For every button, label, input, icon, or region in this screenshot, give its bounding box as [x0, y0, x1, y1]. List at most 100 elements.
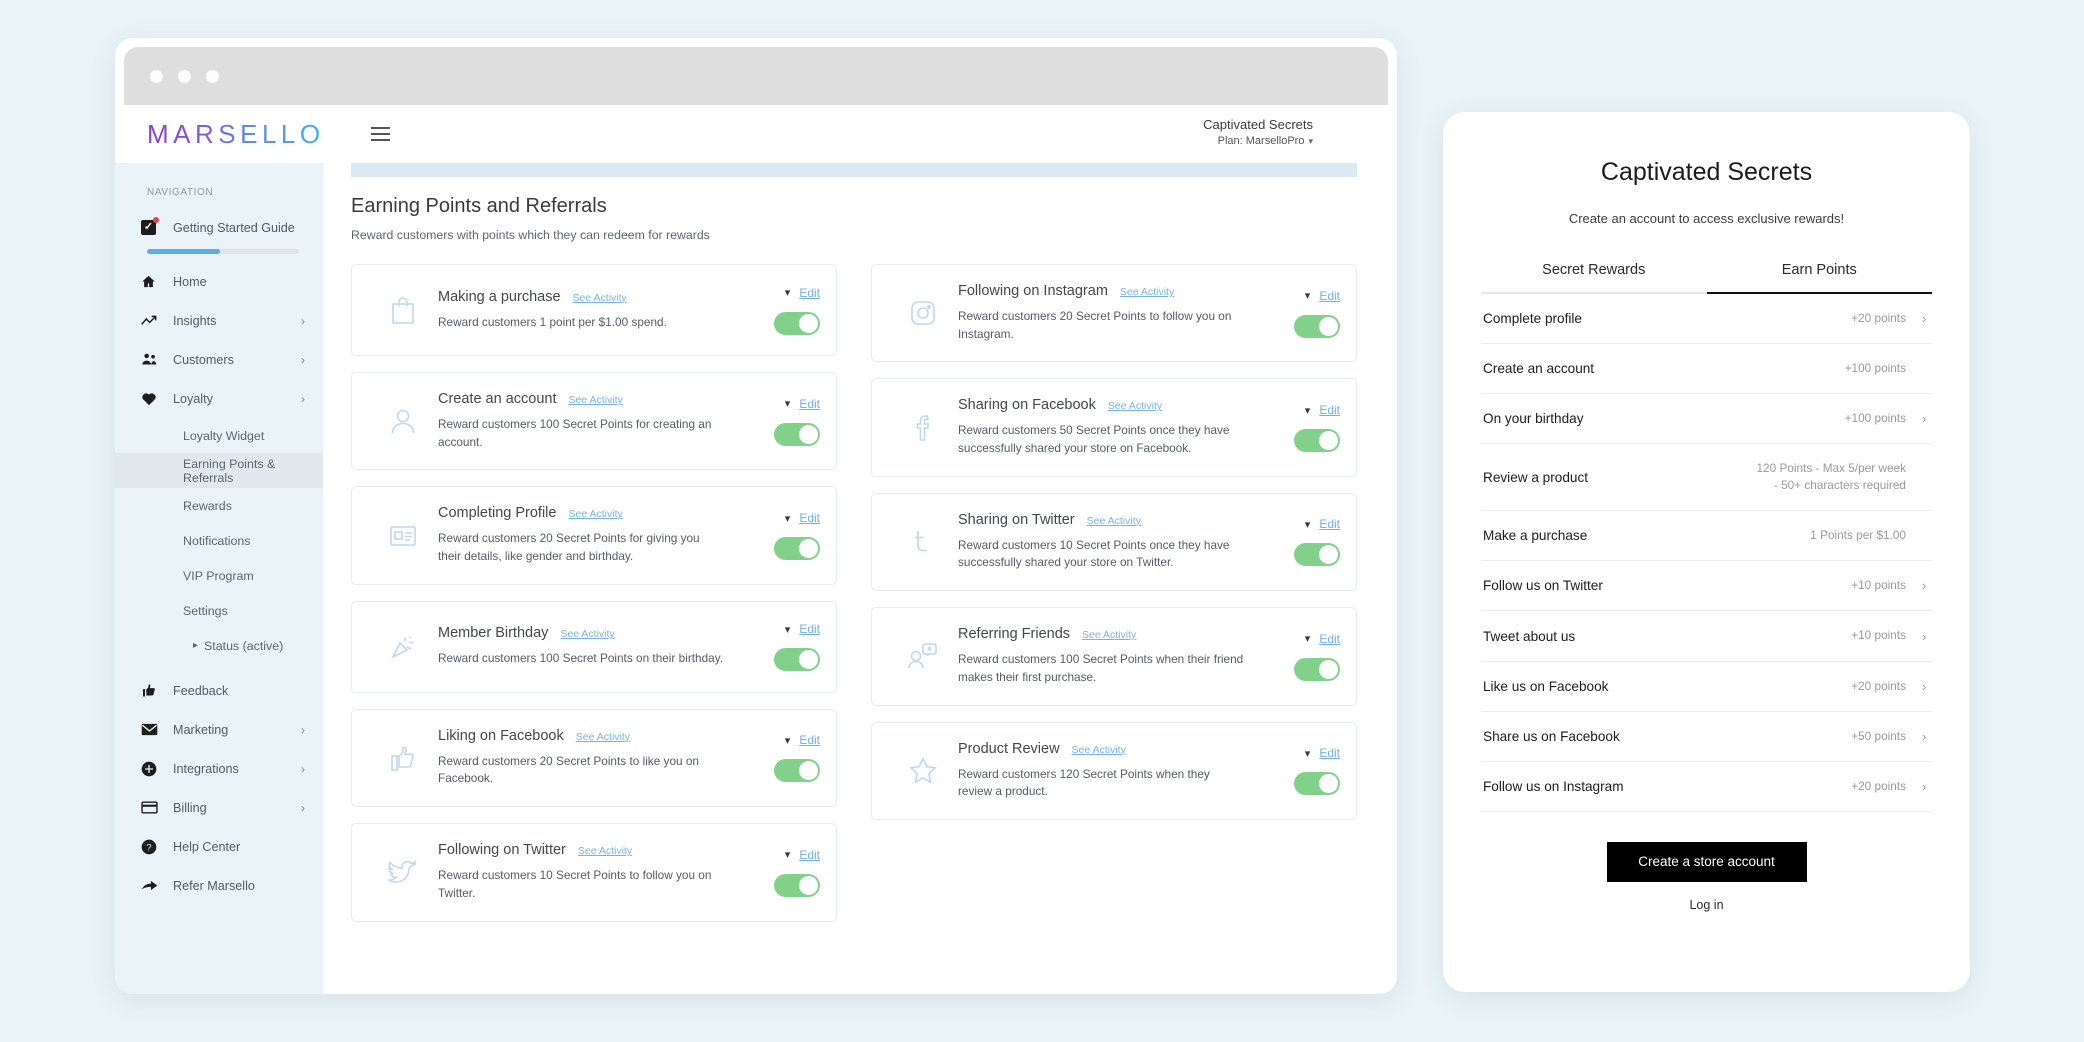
- rule-card-sharing-on-facebook[interactable]: Sharing on Facebook See Activity Reward …: [871, 378, 1357, 477]
- chevron-down-icon[interactable]: ▾: [1308, 136, 1313, 147]
- rule-card-completing-profile[interactable]: Completing Profile See Activity Reward c…: [351, 486, 837, 585]
- rule-card-create-an-account[interactable]: Create an account See Activity Reward cu…: [351, 372, 837, 471]
- sidebar-item-integrations[interactable]: Integrations ›: [115, 749, 323, 788]
- window-close-dot[interactable]: [150, 69, 163, 83]
- chevron-down-icon[interactable]: ▾: [1305, 632, 1311, 645]
- sidebar-item-insights[interactable]: Insights ›: [115, 301, 323, 340]
- see-activity-link[interactable]: See Activity: [1120, 286, 1174, 298]
- rule-toggle[interactable]: [1294, 657, 1340, 681]
- sidebar-item-marketing[interactable]: Marketing ›: [115, 710, 323, 749]
- list-item[interactable]: On your birthday +100 points ›: [1481, 394, 1932, 445]
- chevron-down-icon[interactable]: ▾: [785, 286, 791, 299]
- rule-card-referring-friends[interactable]: Referring Friends See Activity Reward cu…: [871, 607, 1357, 706]
- see-activity-link[interactable]: See Activity: [560, 628, 614, 640]
- see-activity-link[interactable]: See Activity: [576, 731, 630, 743]
- window-maximize-dot[interactable]: [206, 69, 219, 83]
- edit-link[interactable]: Edit: [1319, 632, 1340, 646]
- rule-toggle[interactable]: [1294, 429, 1340, 453]
- see-activity-link[interactable]: See Activity: [568, 508, 622, 520]
- rule-card-liking-on-facebook[interactable]: Liking on Facebook See Activity Reward c…: [351, 708, 837, 808]
- see-activity-link[interactable]: See Activity: [573, 292, 627, 304]
- tab-secret-rewards[interactable]: Secret Rewards: [1481, 262, 1707, 294]
- create-store-account-button[interactable]: Create a store account: [1606, 841, 1807, 882]
- chevron-down-icon[interactable]: ▾: [1305, 518, 1311, 531]
- sidebar-item-label: Home: [173, 274, 207, 289]
- list-item[interactable]: Follow us on Twitter +10 points ›: [1481, 561, 1932, 612]
- chevron-down-icon[interactable]: ▾: [785, 397, 791, 410]
- rule-toggle[interactable]: [1294, 772, 1340, 796]
- rule-card-sharing-on-twitter[interactable]: Sharing on Twitter See Activity Reward c…: [871, 492, 1357, 592]
- rule-card-making-a-purchase[interactable]: Making a purchase See Activity Reward cu…: [351, 264, 837, 356]
- sidebar-item-label: Help Center: [173, 839, 241, 854]
- sidebar-item-notifications[interactable]: Notifications: [115, 523, 323, 558]
- chevron-down-icon[interactable]: ▾: [1305, 747, 1311, 760]
- edit-link[interactable]: Edit: [799, 622, 820, 636]
- sidebar-item-getting-started-guide[interactable]: Getting Started Guide: [115, 208, 323, 247]
- chevron-down-icon[interactable]: ▾: [785, 512, 791, 525]
- edit-link[interactable]: Edit: [799, 733, 820, 747]
- chevron-down-icon[interactable]: ▾: [785, 848, 791, 861]
- rule-toggle[interactable]: [1294, 543, 1340, 567]
- rule-toggle[interactable]: [774, 648, 820, 672]
- hamburger-icon[interactable]: [370, 127, 390, 141]
- chevron-down-icon[interactable]: ▾: [785, 623, 791, 636]
- sidebar-item-settings[interactable]: Settings: [115, 593, 323, 628]
- sidebar-item-rewards[interactable]: Rewards: [115, 488, 323, 523]
- edit-link[interactable]: Edit: [799, 511, 820, 525]
- sidebar-item-refer-marsello[interactable]: Refer Marsello: [115, 866, 323, 905]
- sidebar-item-customers[interactable]: Customers ›: [115, 340, 323, 379]
- list-item[interactable]: Make a purchase 1 Points per $1.00›: [1481, 511, 1932, 562]
- rule-toggle[interactable]: [774, 422, 820, 446]
- list-item[interactable]: Share us on Facebook +50 points ›: [1481, 712, 1932, 762]
- see-activity-link[interactable]: See Activity: [1072, 744, 1126, 756]
- checkbox-icon: [141, 217, 167, 235]
- sidebar-item-vip-program[interactable]: VIP Program: [115, 558, 323, 593]
- sidebar-item-billing[interactable]: Billing ›: [115, 788, 323, 827]
- login-link[interactable]: Log in: [1481, 898, 1932, 912]
- see-activity-link[interactable]: See Activity: [578, 845, 632, 857]
- earn-row-points: +100 points: [1844, 410, 1906, 425]
- edit-link[interactable]: Edit: [1319, 289, 1340, 303]
- sidebar: NAVIGATION Getting Started Guide Home: [115, 163, 323, 994]
- sidebar-item-earning-points-referrals[interactable]: Earning Points & Referrals: [115, 453, 323, 488]
- chevron-down-icon[interactable]: ▾: [785, 734, 791, 747]
- account-menu[interactable]: Captivated Secrets Plan: MarselloPro ▾: [1203, 117, 1313, 147]
- rule-card-product-review[interactable]: Product Review See Activity Reward custo…: [871, 721, 1357, 820]
- sidebar-item-status[interactable]: Status (active): [115, 628, 323, 663]
- edit-link[interactable]: Edit: [799, 397, 820, 411]
- edit-link[interactable]: Edit: [1319, 746, 1340, 760]
- sidebar-item-help-center[interactable]: ? Help Center: [115, 827, 323, 866]
- see-activity-link[interactable]: See Activity: [569, 394, 623, 406]
- see-activity-link[interactable]: See Activity: [1082, 629, 1136, 641]
- rule-toggle[interactable]: [774, 537, 820, 561]
- sidebar-item-loyalty-widget[interactable]: Loyalty Widget: [115, 418, 323, 453]
- list-item[interactable]: Tweet about us +10 points ›: [1481, 611, 1932, 662]
- list-item[interactable]: Follow us on Instagram +20 points ›: [1481, 762, 1932, 812]
- chevron-down-icon[interactable]: ▾: [1305, 289, 1311, 302]
- list-item[interactable]: Review a product 120 Points - Max 5/per …: [1481, 444, 1932, 512]
- edit-link[interactable]: Edit: [799, 848, 820, 862]
- see-activity-link[interactable]: See Activity: [1087, 515, 1141, 527]
- list-item[interactable]: Create an account +100 points›: [1481, 344, 1932, 394]
- list-item[interactable]: Complete profile +20 points ›: [1481, 294, 1932, 344]
- edit-link[interactable]: Edit: [1319, 517, 1340, 531]
- chevron-down-icon[interactable]: ▾: [1305, 404, 1311, 417]
- rule-card-following-on-twitter[interactable]: Following on Twitter See Activity Reward…: [351, 823, 837, 922]
- sidebar-item-loyalty[interactable]: Loyalty ›: [115, 379, 323, 418]
- rule-card-member-birthday[interactable]: Member Birthday See Activity Reward cust…: [351, 600, 837, 693]
- sidebar-item-home[interactable]: Home: [115, 262, 323, 301]
- rule-card-controls: ▾ Edit: [1254, 632, 1340, 681]
- see-activity-link[interactable]: See Activity: [1108, 400, 1162, 412]
- rule-toggle[interactable]: [774, 873, 820, 897]
- rule-toggle[interactable]: [774, 759, 820, 783]
- edit-link[interactable]: Edit: [799, 286, 820, 300]
- window-minimize-dot[interactable]: [178, 69, 191, 83]
- list-item[interactable]: Like us on Facebook +20 points ›: [1481, 662, 1932, 712]
- rule-toggle[interactable]: [1294, 314, 1340, 338]
- tab-earn-points[interactable]: Earn Points: [1706, 262, 1932, 294]
- rule-card-following-on-instagram[interactable]: Following on Instagram See Activity Rewa…: [871, 264, 1357, 363]
- rule-toggle[interactable]: [774, 311, 820, 335]
- edit-link[interactable]: Edit: [1319, 403, 1340, 417]
- marsello-logo[interactable]: MARSELLO: [147, 119, 325, 150]
- sidebar-item-feedback[interactable]: Feedback: [115, 671, 323, 710]
